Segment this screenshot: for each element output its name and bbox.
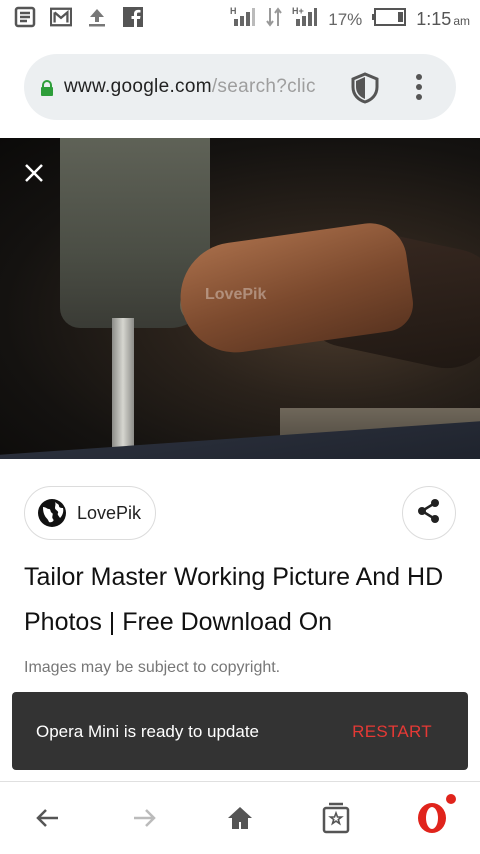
image-preview: LovePik <box>0 138 480 459</box>
address-bar[interactable]: www.google.com/search?clic <box>24 54 456 120</box>
url-text[interactable]: www.google.com/search?clic <box>64 76 334 98</box>
share-icon <box>416 498 442 529</box>
data-transfer-icon <box>266 6 283 33</box>
restart-button[interactable]: RESTART <box>352 722 432 742</box>
more-options-icon[interactable] <box>404 71 434 103</box>
clock: 1:15 am <box>416 9 470 29</box>
signal-strength-icon: H <box>230 6 256 33</box>
tabs-icon[interactable] <box>320 802 352 834</box>
bottom-navigation <box>0 781 480 854</box>
gmail-icon <box>50 6 72 28</box>
battery-icon <box>372 8 407 31</box>
source-label: LovePik <box>77 502 142 523</box>
globe-icon <box>37 498 67 528</box>
image-watermark: LovePik <box>205 286 267 303</box>
forward-icon[interactable] <box>128 802 160 834</box>
facebook-icon <box>122 6 144 28</box>
opera-menu-icon[interactable] <box>416 802 448 834</box>
svg-text:H+: H+ <box>292 6 304 16</box>
upload-icon <box>86 6 108 28</box>
share-button[interactable] <box>402 486 456 540</box>
snackbar-message: Opera Mini is ready to update <box>36 722 260 741</box>
battery-percent: 17% <box>328 9 363 29</box>
svg-text:H: H <box>230 6 237 16</box>
result-title[interactable]: Tailor Master Working Picture And HD Pho… <box>24 555 464 645</box>
home-icon[interactable] <box>224 802 256 834</box>
update-snackbar: Opera Mini is ready to update RESTART <box>12 692 468 770</box>
status-bar: H H+ 17% 1:15 am <box>0 0 480 36</box>
ad-block-shield-icon[interactable] <box>350 72 380 109</box>
notes-icon <box>14 6 36 28</box>
back-icon[interactable] <box>32 802 64 834</box>
lock-icon <box>40 80 54 101</box>
update-badge-dot <box>446 794 456 804</box>
signal-strength-icon-2: H+ <box>292 6 318 33</box>
copyright-notice: Images may be subject to copyright. <box>24 659 281 676</box>
source-chip[interactable]: LovePik <box>24 486 156 540</box>
close-icon[interactable] <box>22 161 46 185</box>
